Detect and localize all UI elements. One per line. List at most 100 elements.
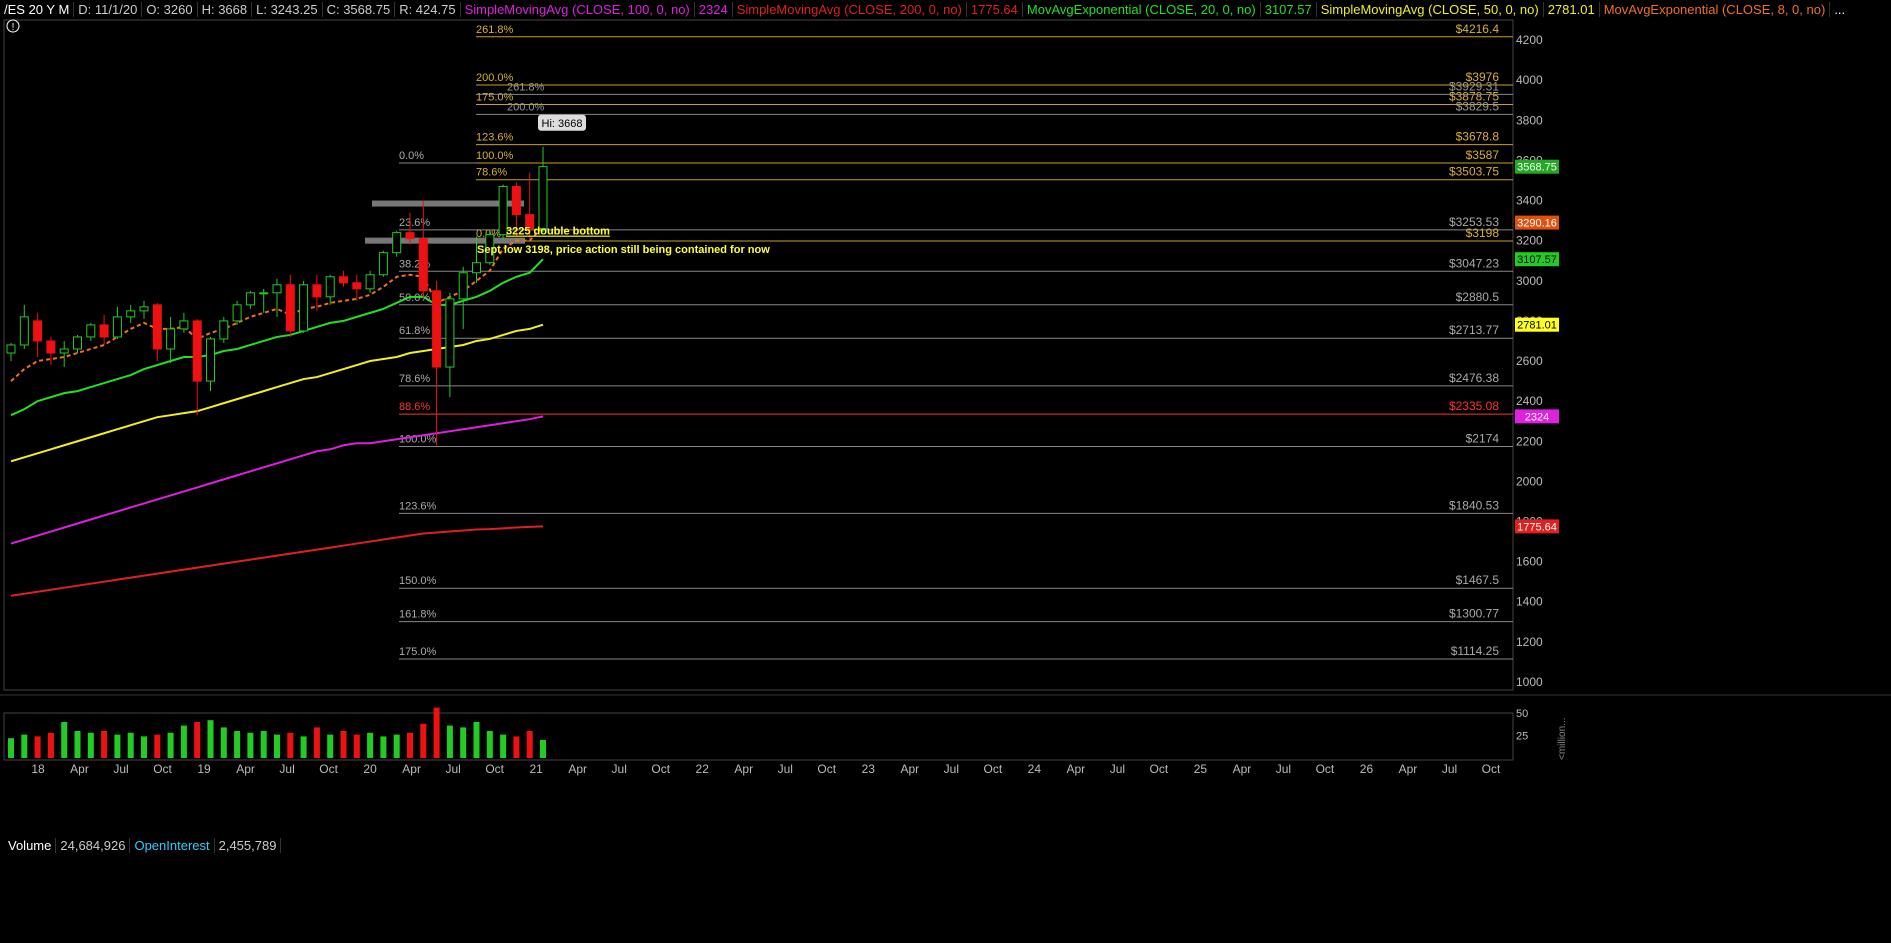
volume-header: Volume 24,684,926 OpenInterest 2,455,789 [4, 838, 282, 853]
candle-body [99, 324, 109, 338]
volume-bar [101, 731, 108, 758]
volume-bar [274, 734, 280, 758]
fib-price-label: $3047.23 [1449, 256, 1499, 270]
hi-label: Hi: 3668 [542, 118, 583, 130]
x-tick-label: 20 [363, 762, 377, 776]
x-tick-label: Jul [445, 762, 460, 776]
volume-bar [260, 731, 267, 758]
volume-tick-label: 25 [1516, 731, 1528, 743]
y-tick-label: 1600 [1516, 555, 1543, 569]
x-tick-label: Jul [778, 762, 793, 776]
y-tick-label: 3000 [1516, 274, 1543, 288]
volume-panel-frame [3, 712, 1514, 761]
candle-body [538, 166, 548, 230]
volume-bar [460, 727, 467, 758]
x-tick-label: Oct [1150, 762, 1169, 776]
volume-bar [393, 734, 400, 758]
candle-body [232, 304, 242, 322]
volume-bar [353, 734, 360, 758]
y-tick-label: 2400 [1516, 394, 1543, 408]
x-tick-label: Oct [651, 762, 670, 776]
volume-bar [141, 736, 147, 758]
x-tick-label: Oct [485, 762, 504, 776]
candle-body [33, 320, 43, 342]
price-badge-label: 2781.01 [1517, 320, 1557, 332]
fib-pct-label: 123.6% [399, 500, 437, 512]
fib-pct-label: 175.0% [399, 646, 437, 658]
volume-bar [167, 732, 174, 758]
x-tick-label: Apr [70, 762, 89, 776]
volume-bar [114, 734, 121, 758]
price-chart[interactable]: !100012001400160018002000220024002600280… [0, 0, 1891, 943]
candle-body [445, 298, 455, 368]
volume-tick-label: 50 [1516, 708, 1528, 720]
x-tick-label: 23 [862, 762, 876, 776]
candle-body [152, 304, 162, 350]
info-icon-glyph: ! [12, 22, 15, 33]
candle-body [511, 185, 521, 216]
candle-body [418, 238, 428, 292]
price-badge-label: 3107.57 [1517, 254, 1557, 266]
volume-bar [247, 732, 254, 758]
y-tick-label: 3200 [1516, 234, 1543, 248]
fib-upper-price-label: $3198 [1466, 226, 1500, 240]
volume-bar [61, 722, 68, 758]
x-tick-label: Apr [402, 762, 421, 776]
candle-body [352, 282, 362, 290]
x-tick-label: Jul [944, 762, 959, 776]
volume-bar [220, 727, 227, 758]
volume-bar [207, 720, 214, 758]
volume-bar [446, 725, 453, 758]
candle-body [325, 276, 335, 298]
volume-bar [327, 734, 334, 758]
price-badge-label: 3568.75 [1517, 162, 1557, 174]
x-tick-label: Jul [1110, 762, 1125, 776]
x-tick-label: 22 [696, 762, 710, 776]
fib-pct-label: 23.6% [399, 217, 430, 229]
price-badge-label: 3290.16 [1517, 218, 1557, 230]
open-interest-label: OpenInterest [130, 838, 215, 853]
open-interest-value: 2,455,789 [215, 838, 282, 853]
fib-upper-price-label: $3587 [1466, 148, 1500, 162]
candle-body [272, 284, 282, 294]
fib-pct-label: 88.6% [399, 401, 430, 413]
x-tick-label: Jul [1442, 762, 1457, 776]
x-tick-label: 25 [1194, 762, 1208, 776]
y-tick-label: 4000 [1516, 73, 1543, 87]
candle-body [6, 344, 16, 354]
volume-bar [127, 732, 134, 758]
candle-body [458, 272, 468, 300]
volume-bar [407, 732, 413, 758]
ma-line-4 [10, 525, 544, 597]
annotation-sept-low: Sept low 3198, price action still being … [477, 244, 770, 256]
x-tick-label: 26 [1360, 762, 1374, 776]
price-panel-frame [3, 19, 1514, 691]
volume-bar [526, 731, 533, 758]
x-tick-label: Apr [734, 762, 753, 776]
candle-body [59, 348, 69, 354]
candle-body [166, 328, 176, 350]
x-tick-label: Oct [1482, 762, 1501, 776]
fib-upper-price-label: $3678.8 [1456, 130, 1500, 144]
support-zone [365, 237, 525, 244]
annotation-double-bottom: 3225 double bottom [506, 226, 610, 238]
candle-body [365, 274, 375, 290]
volume-bar [300, 736, 307, 758]
candle-body [46, 340, 56, 354]
fib-grey-pct-label: 200.0% [507, 101, 545, 113]
volume-bar [74, 731, 81, 758]
price-badge-label: 2324 [1525, 411, 1549, 423]
volume-bar [8, 738, 14, 758]
volume-bar [87, 732, 94, 758]
fib-price-label: $2880.5 [1456, 290, 1500, 304]
candle-body [73, 336, 82, 350]
volume-bar [473, 722, 480, 758]
fib-pct-label: 78.6% [399, 373, 430, 385]
volume-bar [154, 734, 161, 758]
x-tick-label: Apr [1067, 762, 1086, 776]
x-tick-label: Oct [1316, 762, 1335, 776]
candle-body [299, 284, 309, 332]
fib-grey-price-label: $3829.5 [1456, 99, 1500, 113]
fib-price-label: $1300.77 [1449, 607, 1499, 621]
volume-bar [340, 731, 347, 758]
